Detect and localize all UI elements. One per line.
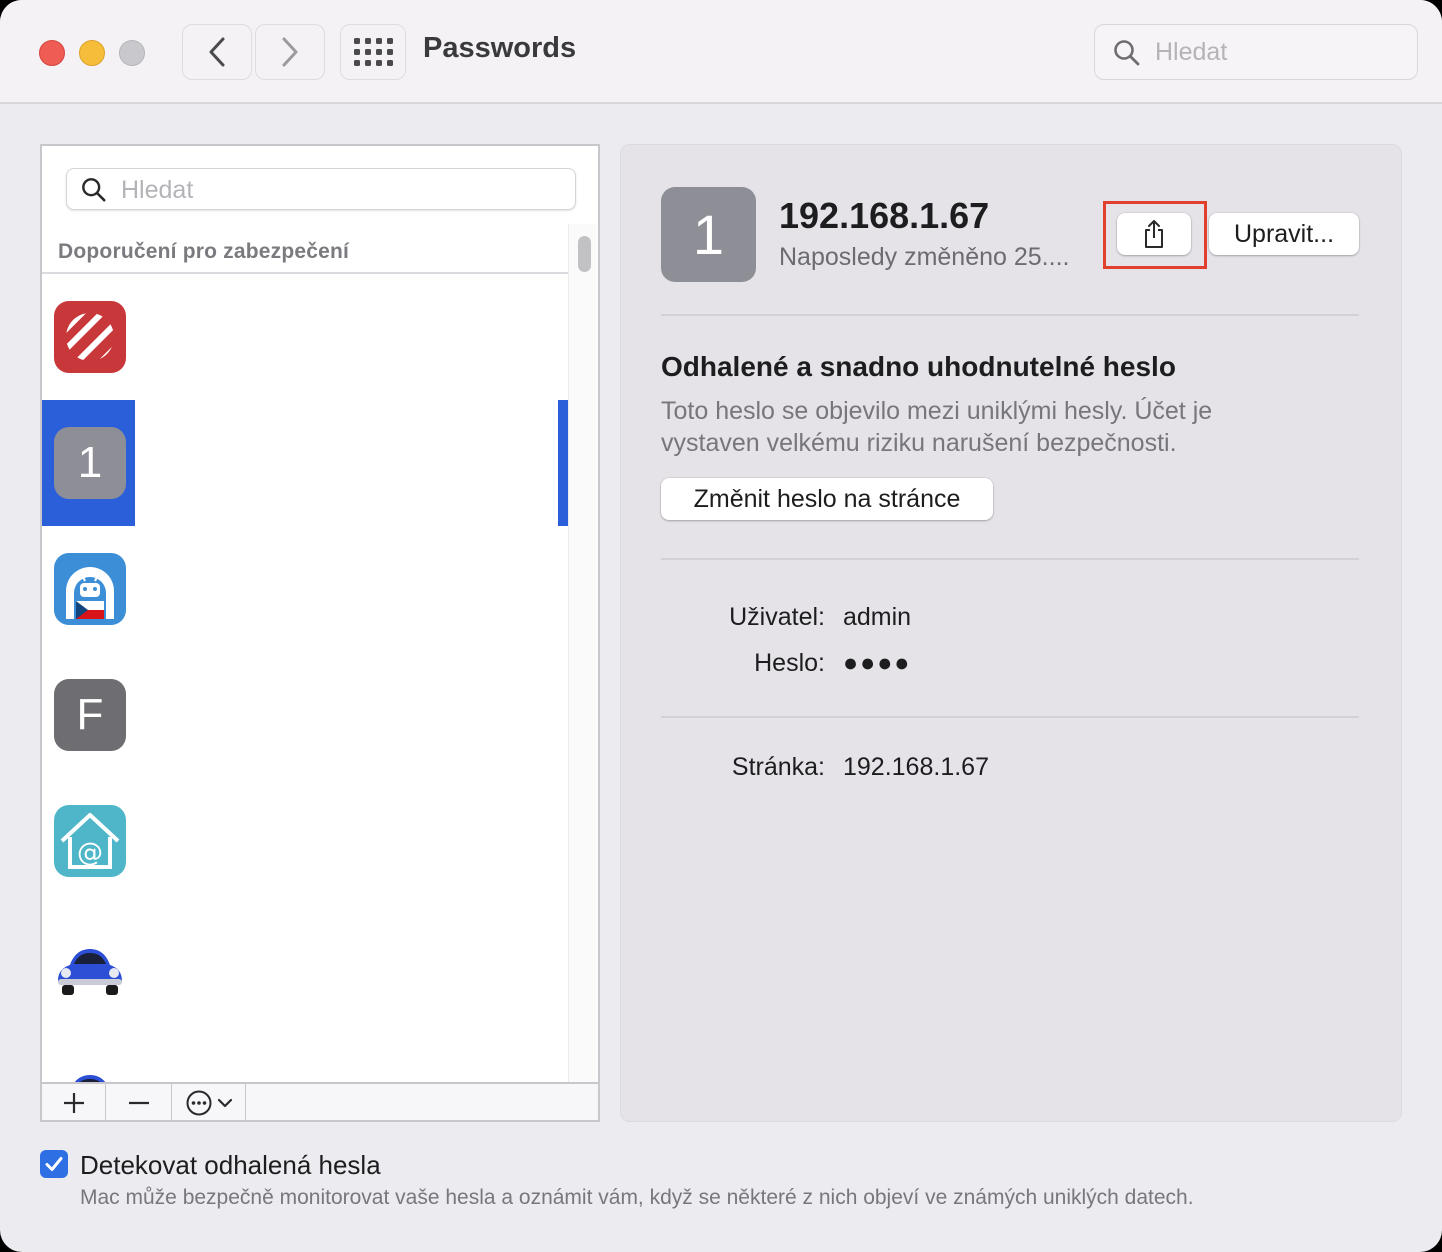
password-label: Heslo:: [754, 649, 825, 677]
user-label: Uživatel:: [729, 603, 825, 631]
warning-title: Odhalené a snadno uhodnutelné heslo: [661, 351, 1176, 382]
divider: [661, 314, 1359, 316]
blue-beetle-car-icon: [54, 1057, 126, 1082]
add-password-button[interactable]: [42, 1084, 106, 1122]
window-title: Passwords: [423, 32, 577, 64]
toolbar-search[interactable]: [1094, 24, 1418, 80]
list-item[interactable]: F: [42, 652, 568, 778]
divider: [661, 716, 1359, 718]
show-all-button[interactable]: [340, 24, 406, 80]
home-at-mail-app-icon: @: [54, 805, 126, 877]
site-label: Stránka:: [731, 753, 825, 781]
more-options-button[interactable]: [172, 1084, 246, 1122]
password-detail-panel: 1 192.168.1.67 Naposledy změněno 25.... …: [620, 144, 1402, 1122]
android-czech-app-icon: [54, 553, 126, 625]
striped-red-app-icon: [54, 301, 126, 373]
list-item[interactable]: [42, 274, 568, 400]
divider: [661, 558, 1359, 560]
list-item[interactable]: [42, 904, 568, 1030]
list-item-selected[interactable]: 1: [42, 400, 568, 526]
detect-compromised-label[interactable]: Detekovat odhalená hesla: [80, 1150, 381, 1181]
toolbar-search-input[interactable]: [1155, 37, 1395, 67]
last-modified-text: Naposledy změněno 25....: [779, 243, 1070, 271]
close-window-button[interactable]: [39, 40, 65, 66]
blue-beetle-car-icon: [54, 931, 126, 1003]
site-title: 192.168.1.67: [779, 195, 990, 236]
list-item[interactable]: [42, 526, 568, 652]
chevron-down-icon: [217, 1098, 232, 1108]
site-value[interactable]: 192.168.1.67: [843, 753, 989, 782]
list-search-input[interactable]: [121, 175, 561, 205]
warning-text: Toto heslo se objevilo mezi uniklými hes…: [661, 397, 1213, 457]
password-value[interactable]: ●●●●: [843, 649, 911, 678]
checkmark-icon: [45, 1157, 63, 1171]
minimize-window-button[interactable]: [79, 40, 105, 66]
password-list: 1 F @: [42, 274, 568, 1082]
minus-icon: [128, 1101, 149, 1105]
user-value[interactable]: admin: [843, 603, 911, 632]
grid-icon: [353, 38, 393, 66]
letter-f-icon: F: [54, 679, 126, 751]
letter-1-icon: 1: [54, 427, 126, 499]
share-button[interactable]: [1117, 213, 1191, 255]
forward-button[interactable]: [255, 24, 325, 80]
toolbar: Passwords: [0, 0, 1442, 104]
share-icon: [1145, 220, 1163, 248]
list-item[interactable]: @: [42, 778, 568, 904]
search-icon: [82, 178, 106, 202]
site-icon: 1: [661, 187, 756, 282]
list-scrollbar[interactable]: [568, 224, 598, 1082]
passwords-window: Passwords Doporučení pro zabezpečení: [0, 0, 1442, 1252]
list-item[interactable]: [42, 1030, 568, 1082]
detect-compromised-checkbox[interactable]: [40, 1150, 68, 1178]
back-button[interactable]: [182, 24, 252, 80]
list-action-bar: [42, 1082, 598, 1122]
plus-icon: [63, 1093, 84, 1113]
search-icon: [1114, 40, 1140, 66]
change-password-button[interactable]: Změnit heslo na stránce: [661, 478, 993, 520]
scrollbar-thumb[interactable]: [578, 236, 591, 272]
password-list-panel: Doporučení pro zabezpečení: [40, 144, 600, 1122]
zoom-window-button[interactable]: [119, 40, 145, 66]
chevron-left-icon: [209, 37, 225, 67]
svg-text:@: @: [77, 838, 103, 868]
remove-password-button[interactable]: [106, 1084, 172, 1122]
list-search[interactable]: [66, 168, 576, 210]
edit-button[interactable]: Upravit...: [1209, 213, 1359, 255]
section-header: Doporučení pro zabezpečení: [58, 240, 350, 263]
chevron-right-icon: [282, 37, 298, 67]
detect-compromised-description: Mac může bezpečně monitorovat vaše hesla…: [80, 1186, 1194, 1209]
ellipsis-circle-icon: [186, 1090, 211, 1116]
